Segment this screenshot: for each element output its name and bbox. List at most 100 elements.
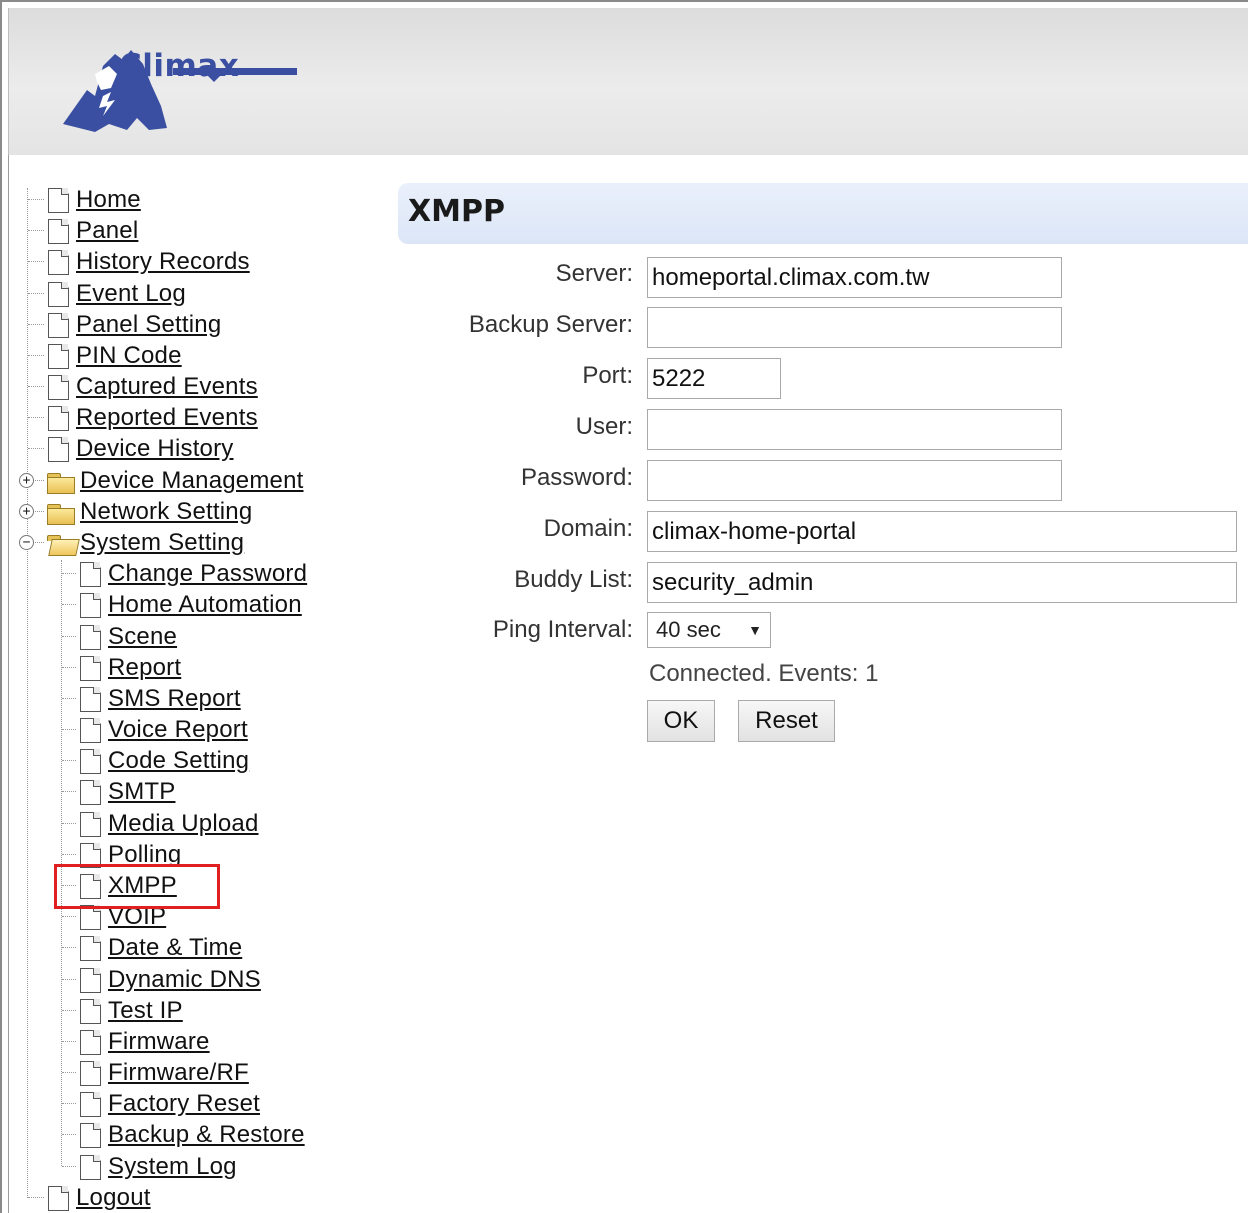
tree-item-label[interactable]: Report [108, 652, 181, 683]
page-icon [46, 311, 70, 338]
tree-item-label[interactable]: Logout [76, 1182, 151, 1213]
tree-item-label[interactable]: SMS Report [108, 683, 241, 714]
tree-item-label[interactable]: History Records [76, 246, 250, 277]
tree-item-label[interactable]: SMTP [108, 776, 175, 807]
collapse-icon[interactable]: − [19, 535, 34, 550]
expand-icon[interactable]: + [19, 473, 34, 488]
tree-connector [62, 823, 76, 824]
tree-item-sms-report[interactable]: SMS Report [62, 683, 241, 714]
tree-item-label[interactable]: Event Log [76, 278, 186, 309]
tree-connector [28, 1197, 44, 1198]
page-icon [78, 810, 102, 837]
tree-item-panel[interactable]: Panel [28, 215, 138, 246]
tree-item-label[interactable]: Voice Report [108, 714, 248, 745]
tree-item-history-records[interactable]: History Records [28, 246, 250, 277]
tree-item-label[interactable]: Change Password [108, 558, 307, 589]
tree-connector [62, 604, 76, 605]
tree-item-logout[interactable]: Logout [28, 1182, 151, 1213]
tree-item-backup-and-restore[interactable]: Backup & Restore [62, 1119, 305, 1150]
tree-connector [62, 1010, 76, 1011]
tree-item-label[interactable]: System Log [108, 1151, 237, 1182]
xmpp-highlight-box [54, 864, 220, 909]
tree-item-label[interactable]: Device Management [80, 465, 304, 496]
page-icon [78, 1153, 102, 1180]
tree-item-captured-events[interactable]: Captured Events [28, 371, 258, 402]
tree-item-dynamic-dns[interactable]: Dynamic DNS [62, 964, 261, 995]
tree-connector [62, 760, 76, 761]
browser-frame: Climax Home Panel History Records Event Log… [0, 0, 1248, 1213]
backup-server-input[interactable] [647, 307, 1062, 348]
tree-item-factory-reset[interactable]: Factory Reset [62, 1088, 260, 1119]
tree-item-panel-setting[interactable]: Panel Setting [28, 309, 221, 340]
tree-item-label[interactable]: PIN Code [76, 340, 182, 371]
tree-item-test-ip[interactable]: Test IP [62, 995, 183, 1026]
page-title: XMPP [408, 194, 505, 229]
tree-item-date-and-time[interactable]: Date & Time [62, 932, 242, 963]
port-input[interactable] [647, 358, 781, 399]
tree-connector [62, 791, 76, 792]
tree-item-report[interactable]: Report [62, 652, 181, 683]
tree-item-label[interactable]: Date & Time [108, 932, 242, 963]
tree-item-system-log[interactable]: System Log [62, 1151, 237, 1182]
page-icon [78, 778, 102, 805]
tree-item-label[interactable]: Media Upload [108, 808, 259, 839]
folder-icon [46, 469, 76, 494]
tree-item-reported-events[interactable]: Reported Events [28, 402, 258, 433]
tree-item-label[interactable]: Code Setting [108, 745, 249, 776]
tree-item-scene[interactable]: Scene [62, 621, 177, 652]
user-input[interactable] [647, 409, 1062, 450]
tree-item-network-setting[interactable]: Network Setting [28, 496, 252, 527]
tree-connector [28, 293, 44, 294]
tree-item-change-password[interactable]: Change Password [62, 558, 307, 589]
ping-interval-select[interactable]: 40 sec ▼ [647, 612, 771, 648]
reset-button[interactable]: Reset [738, 700, 835, 742]
tree-item-label[interactable]: Home [76, 184, 141, 215]
tree-item-device-management[interactable]: Device Management [28, 465, 304, 496]
domain-input[interactable] [647, 511, 1237, 552]
user-label: User: [575, 413, 633, 440]
tree-item-label[interactable]: Network Setting [80, 496, 252, 527]
tree-item-voice-report[interactable]: Voice Report [62, 714, 248, 745]
tree-item-label[interactable]: Captured Events [76, 371, 258, 402]
ping-interval-value: 40 sec [656, 617, 721, 642]
password-label: Password: [520, 464, 633, 491]
page-icon [46, 404, 70, 431]
tree-item-firmware[interactable]: Firmware [62, 1026, 210, 1057]
tree-item-label[interactable]: Firmware/RF [108, 1057, 249, 1088]
tree-item-label[interactable]: Test IP [108, 995, 183, 1026]
tree-item-home-automation[interactable]: Home Automation [62, 589, 302, 620]
tree-item-label[interactable]: Reported Events [76, 402, 258, 433]
tree-item-label[interactable]: System Setting [80, 527, 244, 558]
tree-connector [62, 854, 76, 855]
ok-button[interactable]: OK [647, 700, 715, 742]
tree-item-label[interactable]: Firmware [108, 1026, 210, 1057]
tree-item-system-setting[interactable]: System Setting [28, 527, 244, 558]
tree-item-label[interactable]: Dynamic DNS [108, 964, 261, 995]
tree-item-device-history[interactable]: Device History [28, 433, 234, 464]
tree-item-media-upload[interactable]: Media Upload [62, 808, 259, 839]
buddy-list-input[interactable] [647, 562, 1237, 603]
tree-item-label[interactable]: Backup & Restore [108, 1119, 305, 1150]
tree-item-label[interactable]: Device History [76, 433, 234, 464]
tree-item-pin-code[interactable]: PIN Code [28, 340, 182, 371]
page-icon [78, 1059, 102, 1086]
tree-item-label[interactable]: Scene [108, 621, 177, 652]
dropdown-arrow-icon: ▼ [748, 622, 762, 638]
page-icon [46, 186, 70, 213]
page-title-bar: XMPP [398, 183, 1248, 244]
tree-connector [62, 916, 76, 917]
tree-item-label[interactable]: Panel Setting [76, 309, 221, 340]
tree-item-code-setting[interactable]: Code Setting [62, 745, 249, 776]
tree-connector [62, 636, 76, 637]
expand-icon[interactable]: + [19, 504, 34, 519]
password-input[interactable] [647, 460, 1062, 501]
tree-item-home[interactable]: Home [28, 184, 141, 215]
page-icon [46, 280, 70, 307]
tree-item-label[interactable]: Home Automation [108, 589, 302, 620]
tree-item-smtp[interactable]: SMTP [62, 776, 175, 807]
server-input[interactable] [647, 257, 1062, 298]
tree-item-firmware-rf[interactable]: Firmware/RF [62, 1057, 249, 1088]
tree-item-label[interactable]: Factory Reset [108, 1088, 260, 1119]
tree-item-event-log[interactable]: Event Log [28, 278, 186, 309]
tree-item-label[interactable]: Panel [76, 215, 138, 246]
